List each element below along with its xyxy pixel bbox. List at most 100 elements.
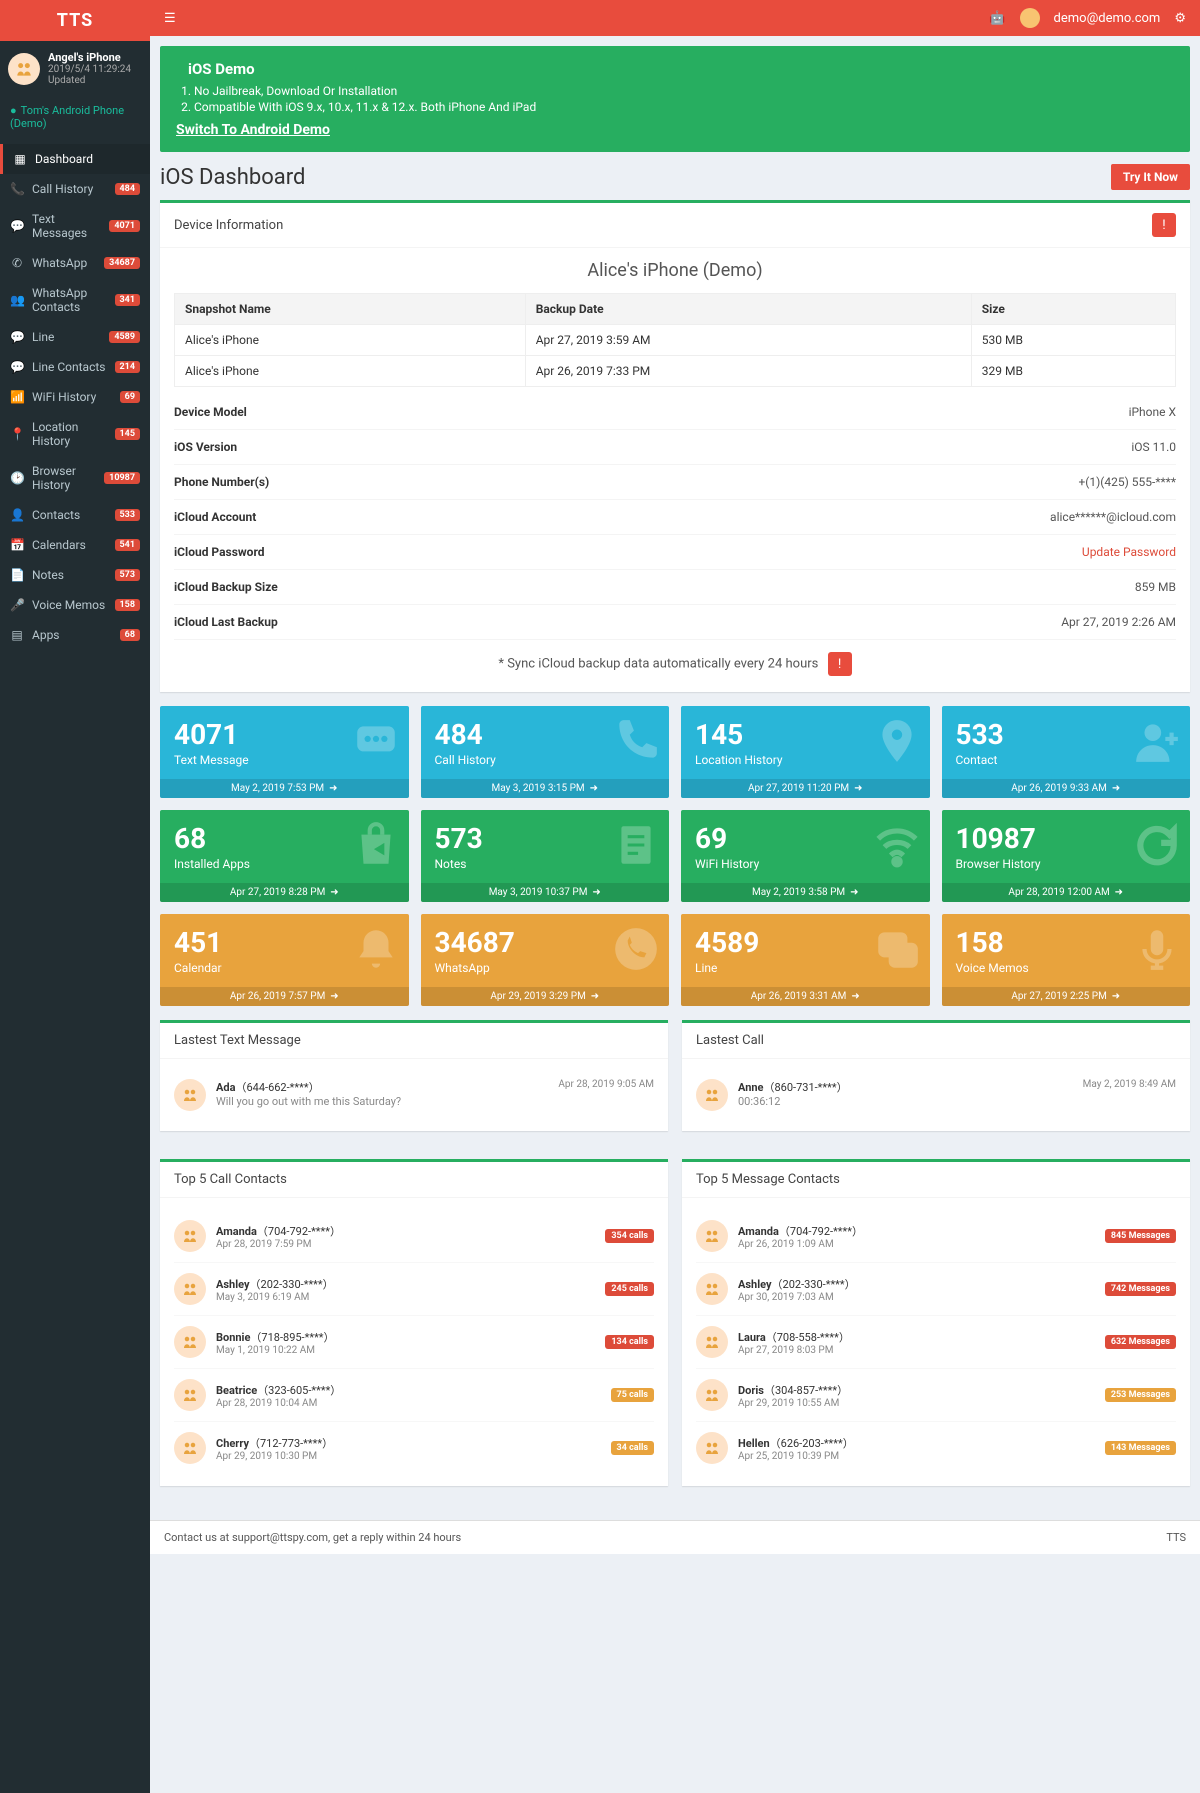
sync-info-button[interactable]: ! [828, 652, 852, 676]
nav-badge: 533 [115, 509, 141, 521]
nav-item-line[interactable]: 💬Line4589 [0, 322, 150, 352]
nav-label: Line [32, 330, 54, 344]
footer-contact: Contact us at support@ttspy.com, get a r… [164, 1531, 461, 1544]
stat-timestamp: Apr 28, 2019 12:00 AM ➜ [942, 883, 1191, 902]
line-icon: 💬 [10, 330, 24, 344]
cell: Alice's iPhone [175, 356, 526, 387]
stat-card-whatsapp[interactable]: 34687WhatsAppApr 29, 2019 3:29 PM ➜ [421, 914, 670, 1006]
latest-message-panel: Lastest Text Message Ada（644-662-****） W… [160, 1020, 668, 1131]
nav-item-apps[interactable]: ▤Apps68 [0, 620, 150, 650]
stat-card-text-message[interactable]: 4071Text MessageMay 2, 2019 7:53 PM ➜ [160, 706, 409, 798]
table-row[interactable]: Alice's iPhoneApr 27, 2019 3:59 AM530 MB [175, 325, 1176, 356]
nav-item-browser-history[interactable]: 🕑Browser History10987 [0, 456, 150, 500]
nav-item-whatsapp[interactable]: ✆WhatsApp34687 [0, 248, 150, 278]
user-icon: 👤 [10, 508, 24, 522]
stat-card-contact[interactable]: 533ContactApr 26, 2019 9:33 AM ➜ [942, 706, 1191, 798]
table-row[interactable]: Alice's iPhoneApr 26, 2019 7:33 PM329 MB [175, 356, 1176, 387]
demo-device-link[interactable]: Tom's Android Phone (Demo) [0, 96, 150, 138]
contact-phone: （304-857-****） [764, 1384, 848, 1397]
contact-row[interactable]: Doris（304-857-****）Apr 29, 2019 10:55 AM… [696, 1369, 1176, 1422]
message-row[interactable]: Ada（644-662-****） Will you go out with m… [174, 1071, 654, 1119]
menu-toggle-icon[interactable]: ☰ [164, 11, 176, 26]
contact-row[interactable]: Ashley（202-330-****）May 3, 2019 6:19 AM2… [174, 1263, 654, 1316]
count-badge: 75 calls [611, 1388, 654, 1402]
contact-phone: （202-330-****） [772, 1278, 856, 1291]
nav-item-whatsapp-contacts[interactable]: 👥WhatsApp Contacts341 [0, 278, 150, 322]
whatsapp-icon [611, 924, 661, 978]
user-email[interactable]: demo@demo.com [1054, 11, 1161, 26]
avatar-icon [174, 1326, 206, 1358]
contacts-icon: 👥 [10, 293, 24, 307]
nav-label: Notes [32, 568, 64, 582]
contact-time: May 1, 2019 10:22 AM [216, 1345, 595, 1356]
line-icon: 💬 [10, 360, 24, 374]
contact-row[interactable]: Beatrice（323-605-****）Apr 28, 2019 10:04… [174, 1369, 654, 1422]
contact-name: Cherry [216, 1437, 249, 1450]
calendar-icon: 📅 [10, 538, 24, 552]
count-badge: 134 calls [605, 1335, 654, 1349]
avatar-icon [696, 1432, 728, 1464]
stat-card-browser-history[interactable]: 10987Browser HistoryApr 28, 2019 12:00 A… [942, 810, 1191, 902]
user-avatar-icon[interactable] [1020, 8, 1040, 28]
nav-item-wifi-history[interactable]: 📶WiFi History69 [0, 382, 150, 412]
settings-icon[interactable]: ⚙ [1174, 11, 1186, 26]
contact-row[interactable]: Laura（708-558-****）Apr 27, 2019 8:03 PM6… [696, 1316, 1176, 1369]
call-row[interactable]: Anne（860-731-****） 00:36:12 May 2, 2019 … [696, 1071, 1176, 1119]
contact-row[interactable]: Hellen（626-203-****）Apr 25, 2019 10:39 P… [696, 1422, 1176, 1474]
contact-row[interactable]: Cherry（712-773-****）Apr 29, 2019 10:30 P… [174, 1422, 654, 1474]
device-info-panel: Device Information ! Alice's iPhone (Dem… [160, 200, 1190, 692]
stat-card-notes[interactable]: 573NotesMay 3, 2019 10:37 PM ➜ [421, 810, 670, 902]
nav-label: Text Messages [32, 212, 109, 240]
nav-label: WiFi History [32, 390, 96, 404]
stat-card-calendar[interactable]: 451CalendarApr 26, 2019 7:57 PM ➜ [160, 914, 409, 1006]
contact-row[interactable]: Amanda（704-792-****）Apr 26, 2019 1:09 AM… [696, 1210, 1176, 1263]
contact-time: Apr 25, 2019 10:39 PM [738, 1451, 1095, 1462]
count-badge: 632 Messages [1105, 1335, 1176, 1349]
info-icon-button[interactable]: ! [1152, 213, 1176, 237]
stat-timestamp: May 2, 2019 3:58 PM ➜ [681, 883, 930, 902]
stat-card-wifi-history[interactable]: 69WiFi HistoryMay 2, 2019 3:58 PM ➜ [681, 810, 930, 902]
table-header: Snapshot Name [175, 294, 526, 325]
count-badge: 742 Messages [1105, 1282, 1176, 1296]
nav-item-calendars[interactable]: 📅Calendars541 [0, 530, 150, 560]
stat-card-voice-memos[interactable]: 158Voice MemosApr 27, 2019 2:25 PM ➜ [942, 914, 1191, 1006]
nav-badge: 341 [115, 294, 141, 306]
stat-card-call-history[interactable]: 484Call HistoryMay 3, 2019 3:15 PM ➜ [421, 706, 670, 798]
nav-list: ▦Dashboard📞Call History484💬Text Messages… [0, 144, 150, 650]
avatar-icon [174, 1432, 206, 1464]
pin-icon: 📍 [10, 427, 24, 441]
contact-time: Apr 28, 2019 10:04 AM [216, 1398, 601, 1409]
stat-timestamp: Apr 27, 2019 11:20 PM ➜ [681, 779, 930, 798]
contact-row[interactable]: Amanda（704-792-****）Apr 28, 2019 7:59 PM… [174, 1210, 654, 1263]
contact-name: Ashley [216, 1278, 250, 1291]
nav-item-text-messages[interactable]: 💬Text Messages4071 [0, 204, 150, 248]
nav-item-dashboard[interactable]: ▦Dashboard [0, 144, 150, 174]
device-selector[interactable]: Angel's iPhone 2019/5/4 11:29:24 Updated [0, 41, 150, 96]
try-it-button[interactable]: Try It Now [1111, 164, 1190, 190]
avatar-icon [696, 1273, 728, 1305]
android-icon[interactable]: 🤖 [989, 11, 1005, 26]
nav-item-contacts[interactable]: 👤Contacts533 [0, 500, 150, 530]
info-value: iPhone X [1129, 405, 1176, 419]
stat-card-line[interactable]: 4589LineApr 26, 2019 3:31 AM ➜ [681, 914, 930, 1006]
nav-item-call-history[interactable]: 📞Call History484 [0, 174, 150, 204]
grid-icon: ▦ [13, 152, 27, 166]
contact-row[interactable]: Ashley（202-330-****）Apr 30, 2019 7:03 AM… [696, 1263, 1176, 1316]
footer-brand: TTS [1166, 1531, 1186, 1544]
info-row: iCloud Accountalice******@icloud.com [174, 500, 1176, 535]
brand-logo[interactable]: TTS [0, 0, 150, 41]
nav-item-voice-memos[interactable]: 🎤Voice Memos158 [0, 590, 150, 620]
stat-card-installed-apps[interactable]: 68Installed AppsApr 27, 2019 8:28 PM ➜ [160, 810, 409, 902]
switch-demo-link[interactable]: Switch To Android Demo [176, 122, 330, 138]
stat-card-location-history[interactable]: 145Location HistoryApr 27, 2019 11:20 PM… [681, 706, 930, 798]
nav-label: WhatsApp [32, 256, 87, 270]
nav-item-location-history[interactable]: 📍Location History145 [0, 412, 150, 456]
nav-item-line-contacts[interactable]: 💬Line Contacts214 [0, 352, 150, 382]
nav-item-notes[interactable]: 📄Notes573 [0, 560, 150, 590]
device-title: Alice's iPhone (Demo) [174, 260, 1176, 281]
info-value: +(1)(425) 555-**** [1078, 475, 1176, 489]
contact-row[interactable]: Bonnie（718-895-****）May 1, 2019 10:22 AM… [174, 1316, 654, 1369]
wifi-icon [872, 820, 922, 874]
cell: 329 MB [971, 356, 1175, 387]
update-password-link[interactable]: Update Password [1082, 545, 1176, 559]
